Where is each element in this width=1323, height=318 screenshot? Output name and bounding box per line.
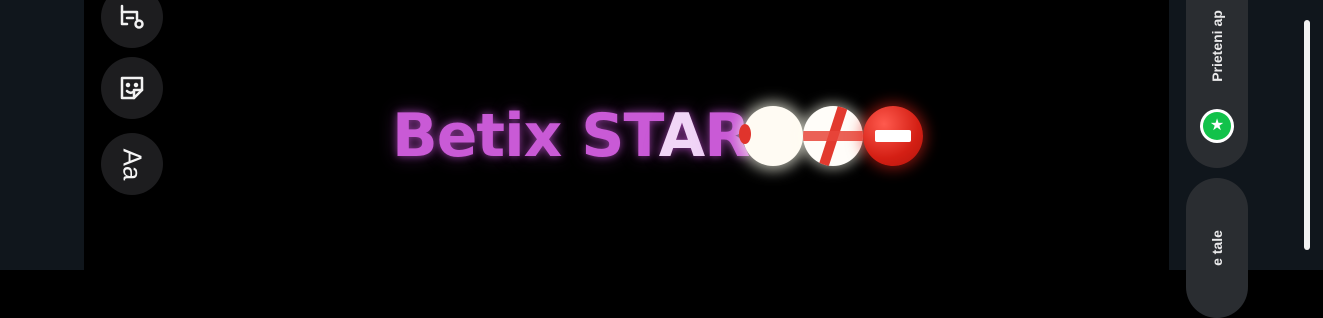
emoji-tool-button[interactable]	[101, 57, 163, 119]
share-your-story-label: e tale	[1209, 230, 1225, 266]
smiley-sticker-icon	[116, 72, 148, 104]
share-your-story-button[interactable]: e tale	[1186, 178, 1248, 318]
sticker-icon	[117, 2, 147, 32]
star-icon: ★	[1203, 112, 1231, 140]
text-aa-icon: Aa	[117, 148, 148, 180]
green-star-icon: ★	[1200, 109, 1234, 143]
no-pedestrians-sign-emoji	[803, 106, 864, 166]
story-text-caption[interactable]: Betix STAR	[392, 96, 924, 176]
left-sidebar	[0, 0, 84, 270]
share-friends-label: Prieteni ap	[1209, 10, 1225, 82]
no-entry-emoji	[863, 106, 924, 166]
scrollbar[interactable]	[1304, 20, 1310, 250]
caption-text: Betix STAR	[392, 101, 750, 171]
white-circle-emoji	[739, 106, 804, 166]
text-tool-button[interactable]: Aa	[101, 133, 163, 195]
